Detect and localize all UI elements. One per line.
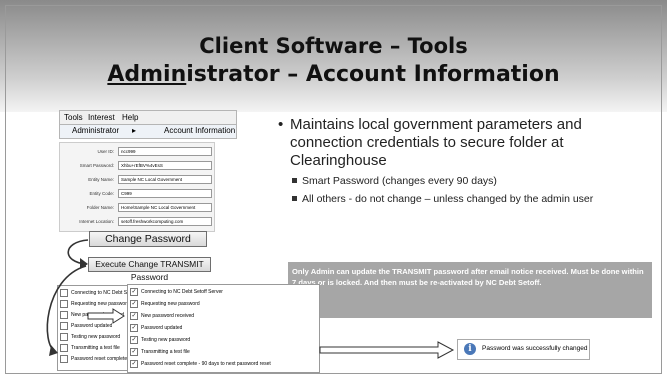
slide: Client Software – Tools Administrator – … (0, 0, 667, 379)
block-arrow-icon (87, 308, 125, 324)
flow-arrows (46, 239, 455, 359)
block-arrow-icon (319, 341, 455, 359)
curved-arrow-icon (67, 239, 89, 265)
curved-arrow-icon (46, 265, 87, 353)
